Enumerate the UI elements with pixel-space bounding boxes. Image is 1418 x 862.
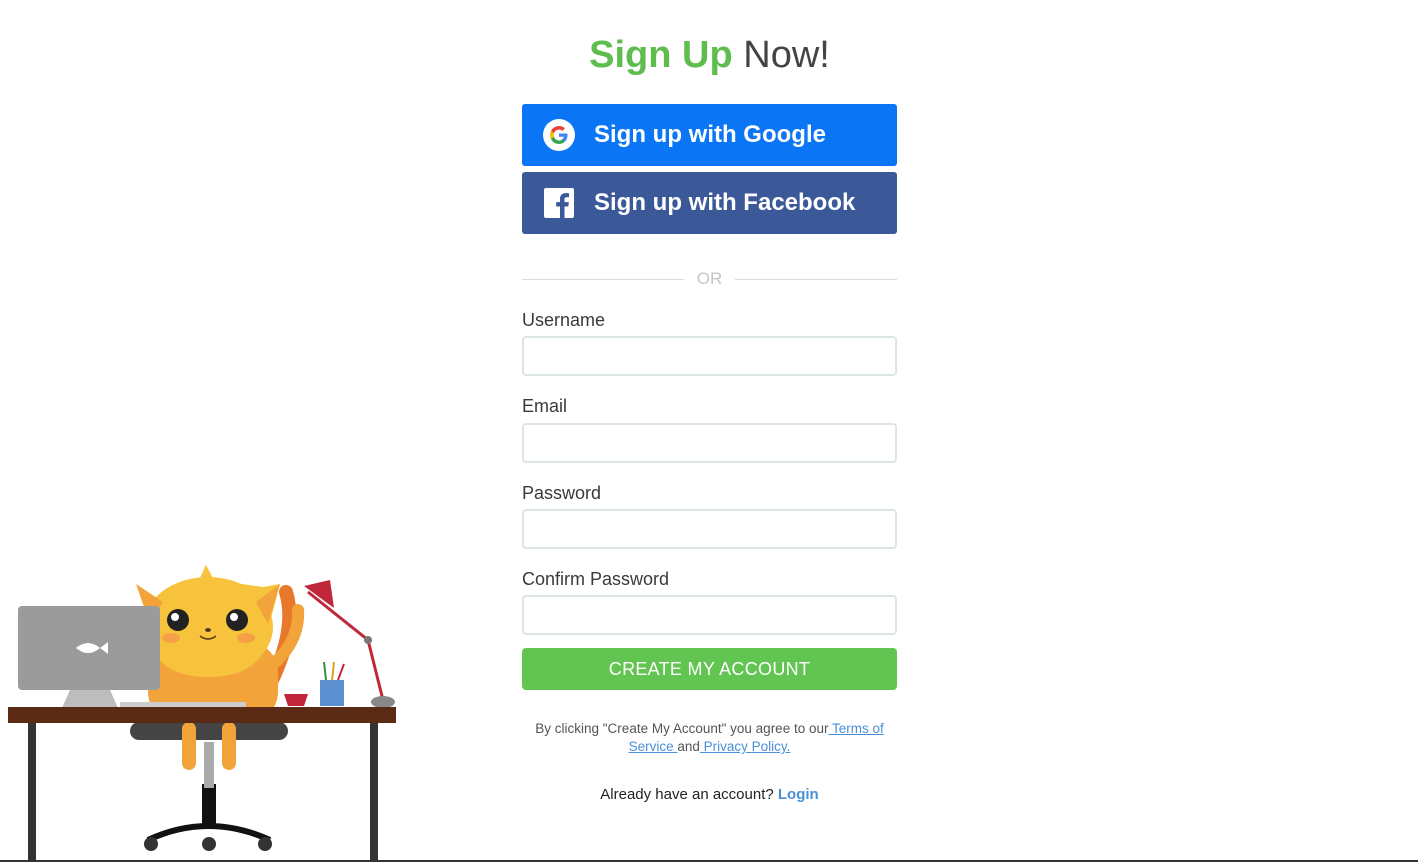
page-title-light: Now! [743, 34, 830, 76]
divider-text: OR [696, 269, 723, 288]
terms-notice: By clicking "Create My Account" you agre… [522, 720, 897, 756]
terms-and: and [677, 739, 700, 754]
google-signup-label: Sign up with Google [594, 121, 826, 148]
login-link[interactable]: Login [778, 786, 819, 803]
terms-prefix: By clicking "Create My Account" you agre… [535, 721, 829, 736]
divider-line-right [735, 278, 897, 280]
facebook-signup-label: Sign up with Facebook [594, 189, 856, 216]
login-prompt: Already have an account? Login [522, 786, 897, 803]
page-title: Sign Up Now! [522, 32, 897, 78]
password-input[interactable] [522, 509, 897, 549]
username-input[interactable] [522, 336, 897, 376]
email-input[interactable] [522, 423, 897, 463]
facebook-signup-button[interactable]: Sign up with Facebook [522, 172, 897, 234]
email-label: Email [522, 396, 568, 416]
create-account-button[interactable]: CREATE MY ACCOUNT [522, 648, 897, 690]
privacy-policy-link[interactable]: Privacy Policy. [700, 739, 791, 754]
cat-at-desk-illustration [8, 562, 398, 860]
password-label: Password [522, 483, 602, 503]
google-signup-button[interactable]: Sign up with Google [522, 104, 897, 166]
divider-line-left [522, 278, 684, 280]
google-icon [543, 119, 575, 151]
confirm-password-label: Confirm Password [522, 569, 670, 589]
username-label: Username [522, 310, 606, 330]
or-divider: OR [522, 268, 897, 290]
page-title-bold: Sign Up [589, 34, 733, 76]
facebook-icon [543, 187, 575, 219]
login-prompt-text: Already have an account? [600, 786, 778, 803]
confirm-password-input[interactable] [522, 595, 897, 635]
signup-page: Sign Up Now! Sign up with Google Sign up… [0, 0, 1418, 862]
